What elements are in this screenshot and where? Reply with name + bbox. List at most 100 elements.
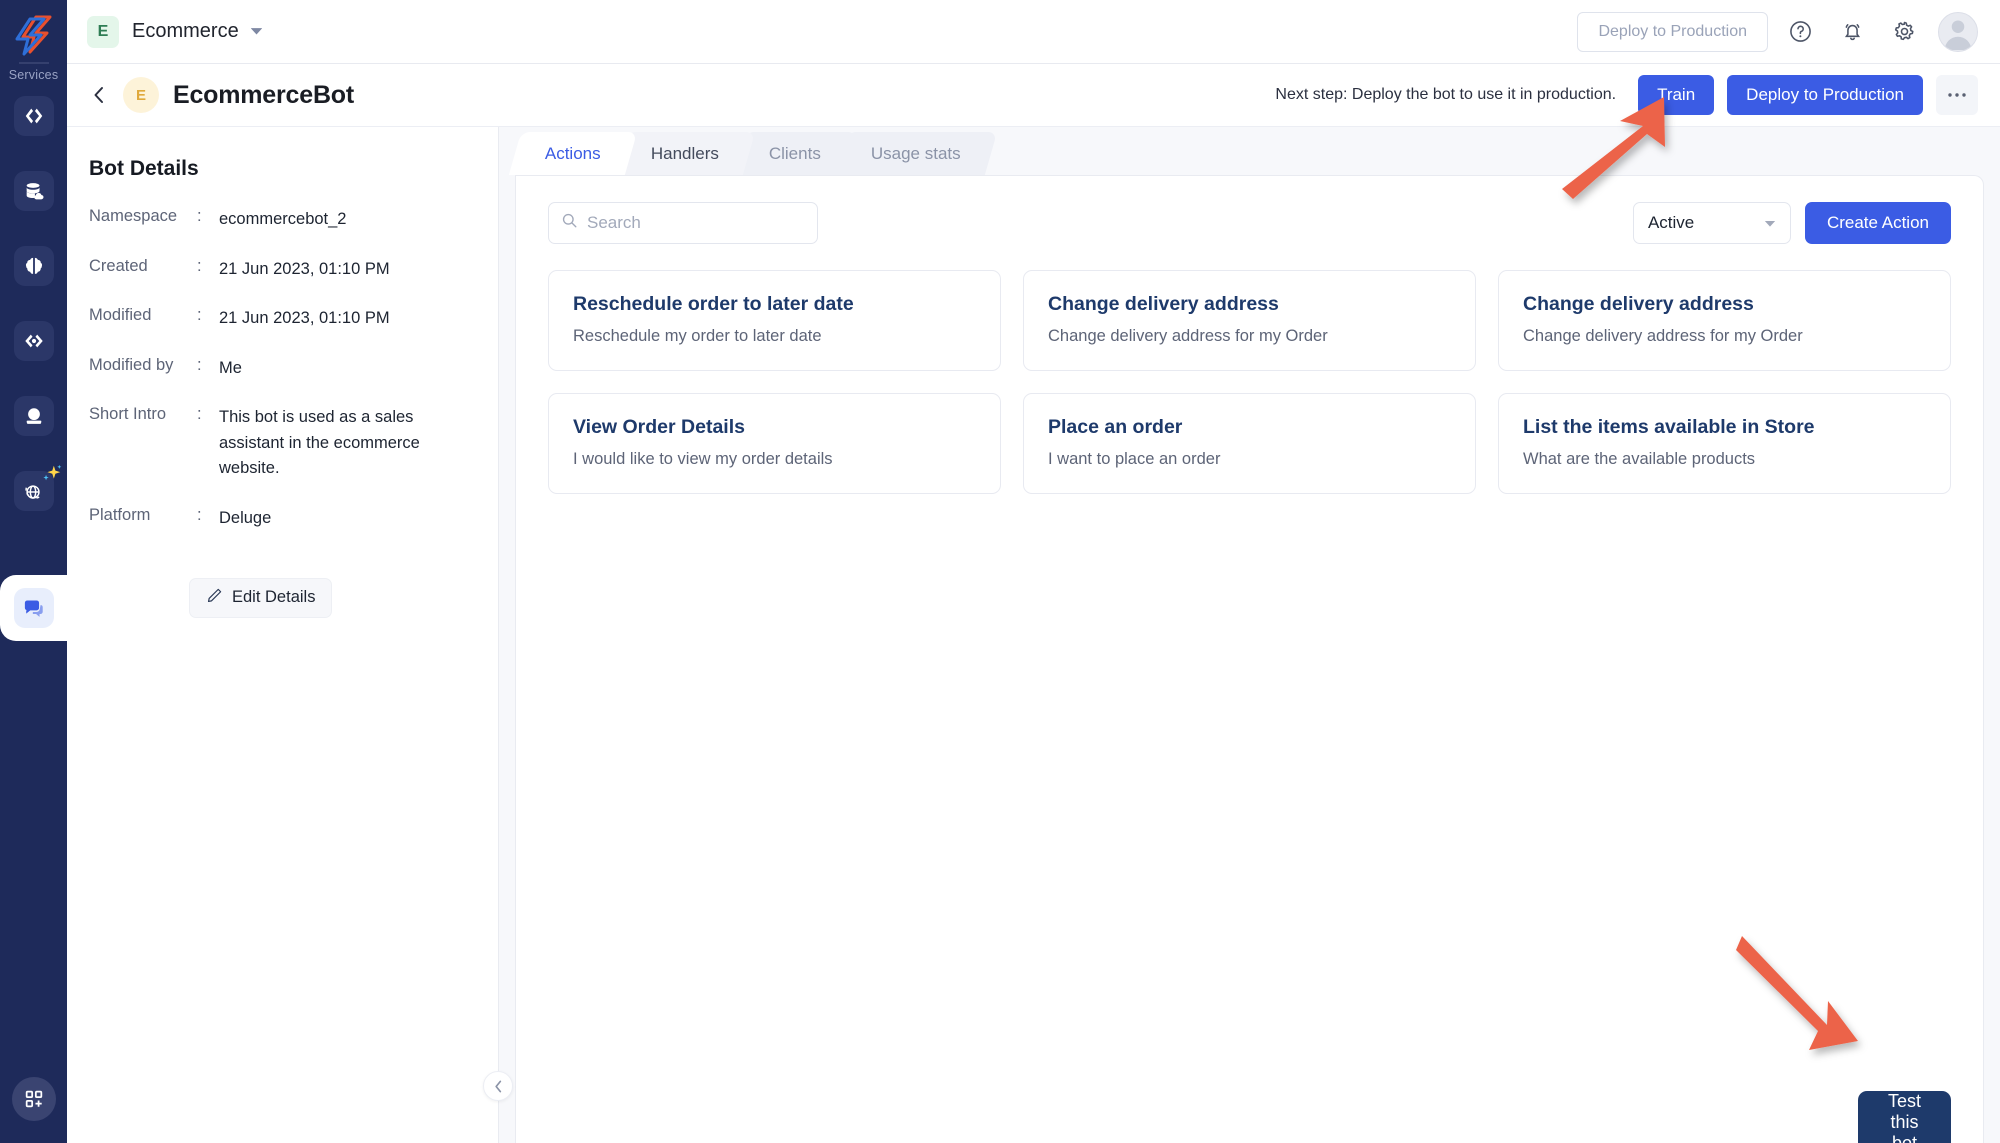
test-bot-container: Test this bot [1857, 1091, 1951, 1143]
zoho-logo[interactable] [14, 14, 54, 56]
org-badge: E [87, 15, 119, 48]
brain-icon[interactable] [13, 246, 54, 286]
chat-bot-icon[interactable] [13, 588, 54, 628]
actions-toolbar: Active Create Action [548, 202, 1951, 244]
detail-value: Deluge [219, 508, 272, 527]
tab-label: Actions [545, 143, 601, 163]
action-card-desc: I would like to view my order details [573, 450, 833, 468]
collapse-details-button[interactable] [483, 1071, 513, 1101]
sidebar-item-chatbot[interactable] [0, 559, 67, 657]
edit-details-label: Edit Details [232, 588, 316, 606]
detail-value: 21 Jun 2023, 01:10 PM [219, 309, 390, 328]
actions-grid: Reschedule order to later date Reschedul… [548, 270, 1951, 494]
action-card-title: Change delivery address [1523, 293, 1754, 315]
detail-label: Modified by [89, 355, 174, 374]
action-card-title: View Order Details [573, 416, 745, 438]
help-circle-icon[interactable] [1780, 12, 1820, 52]
detail-label: Created [89, 256, 148, 275]
app-root: Services E Ecommerce Deploy to Productio… [0, 0, 2000, 1143]
main-panel: Actions Handlers Clients Usage stats Sea… [499, 127, 2000, 1143]
train-button[interactable]: Train [1638, 75, 1715, 115]
chevron-down-icon[interactable] [250, 23, 263, 41]
action-card-title: Change delivery address [1048, 293, 1279, 315]
action-card-desc: Reschedule my order to later date [573, 327, 822, 345]
detail-colon: : [197, 405, 202, 424]
add-app-grid-icon[interactable] [11, 1077, 56, 1121]
detail-label: Short Intro [89, 405, 167, 424]
detail-colon: : [197, 207, 202, 225]
chevron-down-icon [1764, 213, 1776, 233]
action-card-title: List the items available in Store [1523, 416, 1815, 438]
crystal-ball-icon[interactable] [13, 396, 54, 436]
rail-divider [18, 62, 49, 64]
action-card[interactable]: View Order Details I would like to view … [548, 393, 1001, 494]
left-rail: Services [0, 0, 67, 1143]
detail-row-created: Created : 21 Jun 2023, 01:10 PM [89, 257, 468, 283]
body-region: Bot Details Namespace : ecommercebot_2 C… [67, 127, 2000, 1143]
detail-label: Modified [89, 306, 152, 325]
action-card[interactable]: Place an order I want to place an order [1023, 393, 1476, 494]
action-card-desc: I want to place an order [1048, 450, 1221, 468]
search-box[interactable] [548, 202, 818, 244]
right-region: E Ecommerce Deploy to Production E Ecomm… [67, 0, 2000, 1143]
search-input[interactable] [587, 213, 805, 233]
tab-usage-stats[interactable]: Usage stats [834, 132, 997, 175]
action-card-title: Reschedule order to later date [573, 293, 854, 315]
deploy-to-production-button[interactable]: Deploy to Production [1727, 75, 1923, 115]
status-filter-select[interactable]: Active [1632, 202, 1791, 244]
detail-label: Namespace [89, 207, 178, 225]
action-card[interactable]: Reschedule order to later date Reschedul… [548, 270, 1001, 371]
detail-colon: : [197, 505, 202, 524]
chevron-left-icon[interactable] [87, 81, 117, 109]
search-icon [561, 212, 578, 234]
edit-details-button[interactable]: Edit Details [189, 577, 333, 618]
detail-label: Platform [89, 505, 151, 524]
action-card-desc: What are the available products [1523, 450, 1756, 468]
action-card-title: Place an order [1048, 416, 1183, 438]
page-title: EcommerceBot [173, 80, 354, 109]
rail-services-label: Services [8, 68, 59, 82]
detail-value: Me [219, 358, 242, 377]
pencil-icon [206, 587, 223, 609]
infinity-code-icon[interactable] [13, 321, 54, 361]
action-card[interactable]: List the items available in Store What a… [1498, 393, 1951, 494]
org-name[interactable]: Ecommerce [132, 20, 239, 43]
next-step-hint: Next step: Deploy the bot to use it in p… [1275, 86, 1617, 103]
action-card[interactable]: Change delivery address Change delivery … [1023, 270, 1476, 371]
more-options-icon[interactable] [1936, 75, 1978, 115]
status-filter-value: Active [1647, 213, 1695, 232]
tab-actions[interactable]: Actions [508, 132, 637, 175]
tab-handlers[interactable]: Handlers [614, 132, 755, 175]
bot-details-heading: Bot Details [89, 157, 199, 180]
detail-row-platform: Platform : Deluge [89, 506, 468, 532]
detail-colon: : [197, 306, 202, 325]
database-cloud-icon[interactable] [13, 171, 54, 211]
top-bar: E Ecommerce Deploy to Production [67, 0, 2000, 64]
detail-value: This bot is used as a sales assistant in… [219, 408, 420, 478]
tab-label: Usage stats [870, 143, 961, 163]
detail-value: ecommercebot_2 [219, 210, 347, 228]
actions-panel: Active Create Action Reschedule order to… [515, 175, 1984, 1143]
code-icon[interactable] [13, 96, 54, 136]
action-card[interactable]: Change delivery address Change delivery … [1498, 270, 1951, 371]
detail-value: 21 Jun 2023, 01:10 PM [219, 259, 390, 278]
notification-bell-icon[interactable] [1832, 12, 1872, 52]
bot-sub-header: E EcommerceBot Next step: Deploy the bot… [67, 64, 2000, 127]
bot-avatar-badge: E [123, 77, 159, 113]
tab-label: Handlers [650, 143, 719, 163]
globe-ai-icon[interactable] [13, 464, 61, 511]
action-card-desc: Change delivery address for my Order [1048, 327, 1328, 345]
detail-row-short-intro: Short Intro : This bot is used as a sale… [89, 405, 468, 482]
detail-row-modified-by: Modified by : Me [89, 356, 468, 382]
sparkle-icon [41, 463, 63, 485]
user-avatar[interactable] [1938, 11, 1978, 52]
detail-colon: : [197, 256, 202, 275]
create-action-button[interactable]: Create Action [1804, 202, 1951, 244]
test-this-bot-button[interactable]: Test this bot [1857, 1091, 1951, 1143]
gear-icon[interactable] [1884, 12, 1924, 52]
bot-details-panel: Bot Details Namespace : ecommercebot_2 C… [67, 127, 513, 1143]
deploy-to-production-disabled-button[interactable]: Deploy to Production [1577, 11, 1768, 52]
tab-bar: Actions Handlers Clients Usage stats [499, 127, 2000, 175]
detail-row-namespace: Namespace : ecommercebot_2 [89, 207, 468, 233]
detail-row-modified: Modified : 21 Jun 2023, 01:10 PM [89, 306, 468, 332]
